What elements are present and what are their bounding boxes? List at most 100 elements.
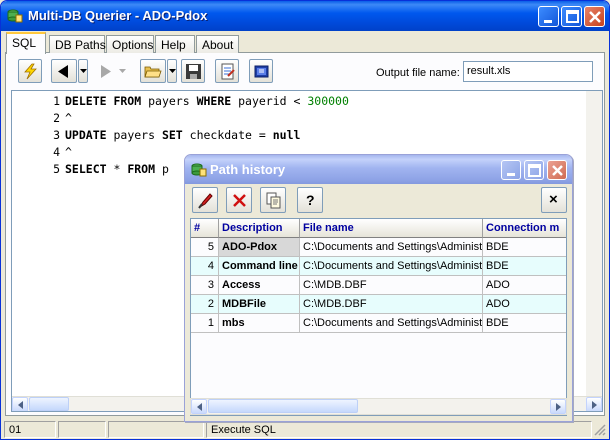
- cell-index[interactable]: 1: [191, 314, 219, 333]
- close-button[interactable]: [584, 6, 605, 27]
- grid-horizontal-scrollbar[interactable]: [190, 398, 567, 415]
- table-row[interactable]: 2 MDBFile C:\MDB.DBF ADO: [191, 295, 566, 314]
- delete-path-button[interactable]: [226, 187, 252, 213]
- sql-keyword: null: [272, 128, 301, 142]
- cell-index[interactable]: 3: [191, 276, 219, 295]
- copy-path-button[interactable]: [260, 187, 286, 213]
- forward-dropdown[interactable]: [117, 59, 127, 83]
- status-bar: 01 Execute SQL: [2, 420, 608, 439]
- line-number: 4: [53, 145, 60, 159]
- column-header-description[interactable]: Description: [219, 219, 300, 238]
- horizontal-scroll-thumb[interactable]: [29, 397, 69, 411]
- close-icon: [589, 11, 601, 23]
- output-file-input[interactable]: result.xls: [463, 61, 593, 82]
- table-row[interactable]: 5 ADO-Pdox C:\Documents and Settings\Admin…: [191, 238, 566, 257]
- help-button[interactable]: ?: [297, 187, 323, 213]
- cell-index[interactable]: 2: [191, 295, 219, 314]
- cell-file-name[interactable]: C:\Documents and Settings\Administr: [300, 238, 483, 257]
- arrow-left-icon: [18, 401, 23, 409]
- sql-keyword: DELETE FROM: [65, 94, 149, 108]
- popup-minimize-button[interactable]: [501, 160, 521, 180]
- cell-connection[interactable]: BDE: [483, 257, 566, 276]
- editor-vertical-scrollbar[interactable]: [586, 91, 602, 396]
- popup-maximize-button[interactable]: [524, 160, 544, 180]
- save-button[interactable]: [181, 59, 205, 83]
- close-grid-button[interactable]: ×: [541, 187, 567, 213]
- scroll-right-button[interactable]: [586, 397, 602, 411]
- resize-grip-icon[interactable]: [592, 422, 606, 436]
- cell-file-name[interactable]: C:\MDB.DBF: [300, 276, 483, 295]
- export-button[interactable]: [215, 59, 239, 83]
- sql-keyword: UPDATE: [65, 128, 114, 142]
- close-icon: [552, 165, 563, 176]
- app-db-icon: [191, 163, 207, 177]
- tab-options[interactable]: Options: [106, 35, 154, 53]
- title-bar[interactable]: Multi-DB Querier - ADO-Pdox: [1, 1, 609, 31]
- cell-file-name[interactable]: C:\MDB.DBF: [300, 295, 483, 314]
- cell-description[interactable]: MDBFile: [219, 295, 300, 314]
- open-dropdown[interactable]: [167, 59, 177, 83]
- line-text: SELECT * FROM p: [65, 162, 169, 176]
- table-row[interactable]: 1 mbs C:\Documents and Settings\Administr B…: [191, 314, 566, 333]
- status-position: 01: [4, 421, 56, 438]
- sql-text: ^: [65, 145, 72, 159]
- column-header-connection[interactable]: Connection m: [483, 219, 566, 238]
- edit-path-button[interactable]: [192, 187, 218, 213]
- sql-keyword: SELECT: [65, 162, 114, 176]
- column-header-file-name[interactable]: File name: [300, 219, 483, 238]
- grid-scroll-right-button[interactable]: [550, 399, 566, 414]
- maximize-button[interactable]: [561, 6, 582, 27]
- table-row[interactable]: 4 Command line C:\Documents and Settings\A…: [191, 257, 566, 276]
- sql-keyword: WHERE: [196, 94, 239, 108]
- path-history-title-bar[interactable]: Path history: [185, 155, 572, 184]
- sql-text: payers: [148, 94, 197, 108]
- line-number: 1: [53, 94, 60, 108]
- cell-connection[interactable]: BDE: [483, 238, 566, 257]
- forward-icon: [101, 65, 111, 78]
- cell-index[interactable]: 4: [191, 257, 219, 276]
- scroll-left-button[interactable]: [12, 397, 28, 411]
- tab-help[interactable]: Help: [155, 35, 195, 53]
- open-button[interactable]: [140, 59, 166, 83]
- sql-text: p: [161, 162, 169, 176]
- sql-keyword: SET: [161, 128, 190, 142]
- cell-description[interactable]: Command line: [219, 257, 300, 276]
- status-cell-3: [108, 421, 204, 438]
- back-icon: [58, 65, 68, 78]
- open-folder-icon: [144, 66, 162, 78]
- popup-close-button[interactable]: [547, 160, 567, 180]
- tab-db-paths[interactable]: DB Paths: [49, 35, 106, 53]
- table-row[interactable]: 3 Access C:\MDB.DBF ADO: [191, 276, 566, 295]
- database-button[interactable]: [249, 59, 273, 83]
- grid-scroll-left-button[interactable]: [191, 399, 207, 414]
- execute-button[interactable]: [18, 59, 42, 83]
- tab-sql[interactable]: SQL: [6, 32, 46, 54]
- cell-description[interactable]: Access: [219, 276, 300, 295]
- sql-text: payers: [113, 128, 162, 142]
- cell-description[interactable]: mbs: [219, 314, 300, 333]
- column-header-index[interactable]: #: [191, 219, 219, 238]
- cell-connection[interactable]: ADO: [483, 276, 566, 295]
- window-title: Multi-DB Querier - ADO-Pdox: [28, 8, 208, 23]
- cell-file-name[interactable]: C:\Documents and Settings\Administr: [300, 314, 483, 333]
- path-history-grid[interactable]: # Description File name Connection m 5 AD…: [190, 218, 567, 416]
- line-text: DELETE FROM payers WHERE payerid < 30000…: [65, 94, 349, 108]
- maximize-icon: [566, 10, 579, 23]
- sql-keyword: FROM: [127, 162, 162, 176]
- line-number: 3: [53, 128, 60, 142]
- chevron-down-icon: [169, 69, 176, 73]
- grid-scroll-thumb[interactable]: [208, 399, 358, 413]
- tab-about[interactable]: About: [196, 35, 239, 53]
- back-dropdown[interactable]: [78, 59, 88, 83]
- forward-button[interactable]: [93, 59, 117, 83]
- minimize-button[interactable]: [538, 6, 559, 27]
- sql-text: payerid <: [238, 94, 308, 108]
- cell-description[interactable]: ADO-Pdox: [219, 238, 300, 257]
- cell-connection[interactable]: BDE: [483, 314, 566, 333]
- cell-index[interactable]: 5: [191, 238, 219, 257]
- cell-connection[interactable]: ADO: [483, 295, 566, 314]
- line-number: 2: [53, 111, 60, 125]
- paint-icon: [198, 193, 213, 209]
- cell-file-name[interactable]: C:\Documents and Settings\Administr: [300, 257, 483, 276]
- back-button[interactable]: [51, 59, 77, 83]
